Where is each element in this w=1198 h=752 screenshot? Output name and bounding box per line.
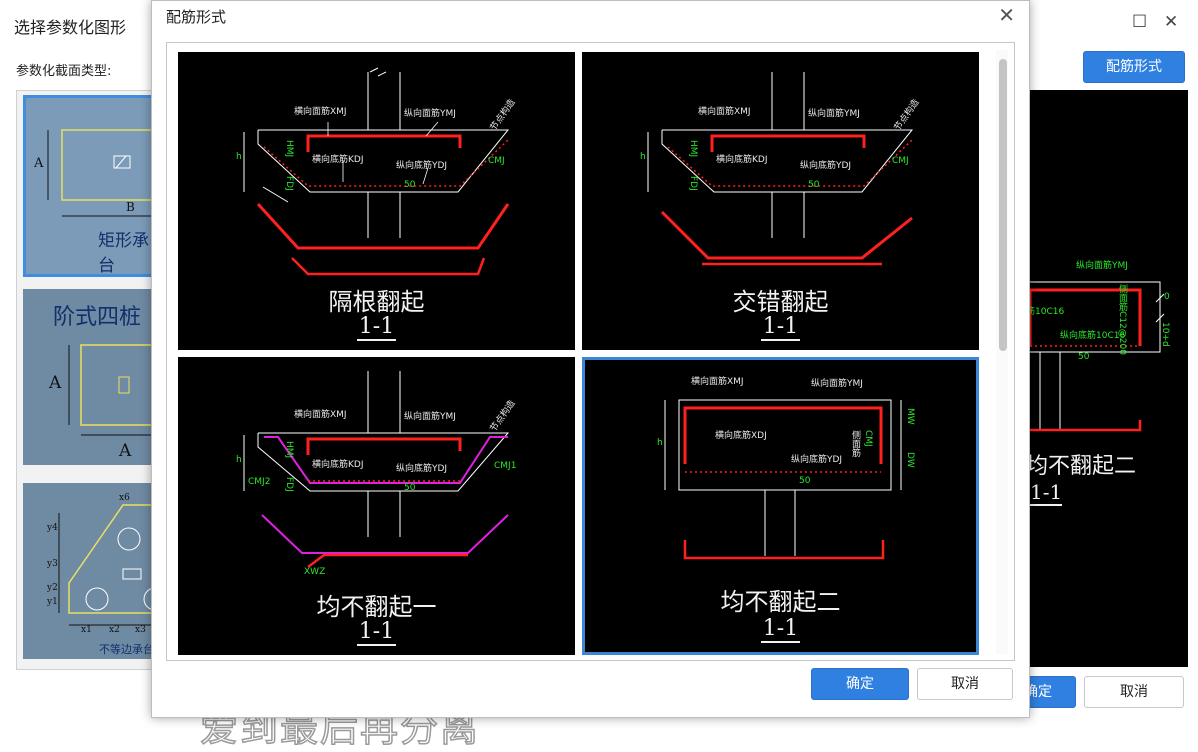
thumb-unequal-cap[interactable]: x6 y4 y3 y2 y1 x1 x2 x3 不等边承台 <box>23 483 157 659</box>
rebar-form-dialog: 配筋形式 ✕ 横向面筋XMJ 纵向面筋YMJ 横向底筋KDJ 纵向底筋YDJ C… <box>151 0 1030 718</box>
label-h: h <box>657 438 663 448</box>
label-ymj: 纵向面筋YMJ <box>404 109 456 119</box>
label-cmj: CMJ <box>488 156 505 166</box>
close-icon[interactable]: ✕ <box>998 3 1015 27</box>
dim-y3: y3 <box>47 559 58 569</box>
label-mw: MW <box>905 408 915 425</box>
label-xmj: 横向面筋XMJ <box>698 107 751 117</box>
section-preview: 纵向面筋YMJ 筋10C16 纵向底筋10C16 侧面筋C12@200 0 10… <box>1010 90 1188 667</box>
label-ymj: 纵向面筋YMJ <box>808 109 860 119</box>
label-xmj: 横向面筋XMJ <box>294 107 347 117</box>
dim-x6: x6 <box>119 493 130 503</box>
option-sub: 1-1 <box>760 314 801 341</box>
label-xmj: 横向面筋XMJ <box>294 410 347 420</box>
thumb-caption: 不等边承台 <box>99 643 154 656</box>
option-caption: 隔根翻起 <box>328 288 425 316</box>
label-kdj: 横向底筋KDJ <box>716 155 768 165</box>
thumb-rect-cap[interactable]: A B 矩形承台 <box>23 95 163 277</box>
maximize-icon[interactable]: ☐ <box>1132 12 1147 32</box>
preview-drawing <box>1019 281 1165 432</box>
option-caption: 均不翻起二 <box>720 588 841 616</box>
label-h: h <box>640 152 646 162</box>
label-cmj: CMJ <box>892 156 909 166</box>
preview-dim-10d: 10+d <box>1160 322 1170 347</box>
cancel-button[interactable]: 取消 <box>917 668 1013 700</box>
label-kdj: 横向底筋KDJ <box>312 460 364 470</box>
label-cmj1: CMJ1 <box>494 461 517 471</box>
label-dw: DW <box>905 452 915 468</box>
label-ydj: 纵向底筋YDJ <box>791 455 843 465</box>
preview-caption: 均不翻起二 <box>1026 454 1137 479</box>
option-sub: 1-1 <box>356 619 397 646</box>
label-ydj: 纵向底筋YDJ <box>396 464 448 474</box>
label-50: 50 <box>404 483 416 493</box>
option-alternate-bent[interactable]: 横向面筋XMJ 纵向面筋YMJ 横向底筋KDJ 纵向底筋YDJ CMJ 节点构造… <box>178 52 575 350</box>
label-50: 50 <box>808 180 820 190</box>
thumb-stepped-four-pile[interactable]: 阶式四桩 A A <box>23 289 157 465</box>
preview-dim-50: 50 <box>1078 352 1090 362</box>
option-sub: 1-1 <box>356 314 397 341</box>
scrollbar-thumb[interactable] <box>999 59 1007 351</box>
preview-top-bar-label: 筋10C16 <box>1026 307 1065 317</box>
preview-dim-zero: 0 <box>1164 292 1170 302</box>
dialog-title: 配筋形式 <box>166 8 227 26</box>
label-cmj: CMJ <box>863 430 873 447</box>
dim-x2: x2 <box>109 625 120 635</box>
dim-x3: x3 <box>135 625 146 635</box>
option-caption: 交错翻起 <box>732 288 829 316</box>
dim-b: A <box>119 441 132 461</box>
label-fdj: FDJ <box>284 176 294 191</box>
label-h: h <box>236 455 242 465</box>
label-ydj: 纵向底筋YDJ <box>800 161 852 171</box>
label-xmj: 横向面筋XMJ <box>691 377 744 387</box>
dim-y4: y4 <box>47 523 58 533</box>
label-50: 50 <box>799 476 811 486</box>
option-staggered-bent[interactable]: 横向面筋XMJ 纵向面筋YMJ 横向底筋KDJ 纵向底筋YDJ CMJ 节点构造… <box>582 52 979 350</box>
option-no-bent-one[interactable]: 横向面筋XMJ 纵向面筋YMJ 横向底筋KDJ 纵向底筋YDJ CMJ1 CMJ… <box>178 357 575 655</box>
option-caption: 均不翻起一 <box>316 593 437 621</box>
label-xwz: XWZ <box>304 567 326 577</box>
rebar-form-button[interactable]: 配筋形式 <box>1083 51 1185 83</box>
section-type-list: A B 矩形承台 阶式四桩 A A x6 y4 y3 y2 y1 x1 x2 x… <box>16 90 163 670</box>
label-h: h <box>236 152 242 162</box>
label-cmj2: CMJ2 <box>248 477 271 487</box>
label-side: 侧面筋 <box>850 430 860 457</box>
label-fdj: FDJ <box>284 477 294 492</box>
ok-button[interactable]: 确定 <box>811 668 909 700</box>
dim-b: B <box>126 200 135 214</box>
dim-a: A <box>49 373 62 393</box>
dim-a: A <box>34 156 44 171</box>
label-hmj: HMJ <box>284 441 294 459</box>
preview-side-label: 侧面筋C12@200 <box>1117 284 1127 355</box>
label-ymj: 纵向面筋YMJ <box>404 412 456 422</box>
label-ydj: 纵向底筋YDJ <box>396 161 448 171</box>
preview-sub: 1-1 <box>1030 480 1063 506</box>
label-50: 50 <box>404 180 416 190</box>
dialog-title: 选择参数化图形 <box>14 18 127 37</box>
label-fdj: FDJ <box>688 176 698 191</box>
option-no-bent-two[interactable]: 横向面筋XMJ 纵向面筋YMJ 横向底筋XDJ 纵向底筋YDJ CMJ 侧面筋 … <box>582 357 979 655</box>
dim-y2: y2 <box>47 583 58 593</box>
option-sub: 1-1 <box>760 616 801 643</box>
label-hmj: HMJ <box>284 140 294 158</box>
bg-cancel-button[interactable]: 取消 <box>1084 676 1184 708</box>
label-ymj: 纵向面筋YMJ <box>811 379 863 389</box>
preview-ymj-label: 纵向面筋YMJ <box>1076 261 1128 271</box>
section-type-label: 参数化截面类型: <box>16 64 112 79</box>
label-hmj: HMJ <box>688 140 698 158</box>
label-xdj: 横向底筋XDJ <box>715 431 767 441</box>
close-icon[interactable]: ✕ <box>1164 12 1178 32</box>
label-kdj: 横向底筋KDJ <box>312 155 364 165</box>
thumb-caption: 阶式四桩 <box>53 305 142 330</box>
dim-x1: x1 <box>81 625 92 635</box>
dim-y1: y1 <box>47 597 58 607</box>
